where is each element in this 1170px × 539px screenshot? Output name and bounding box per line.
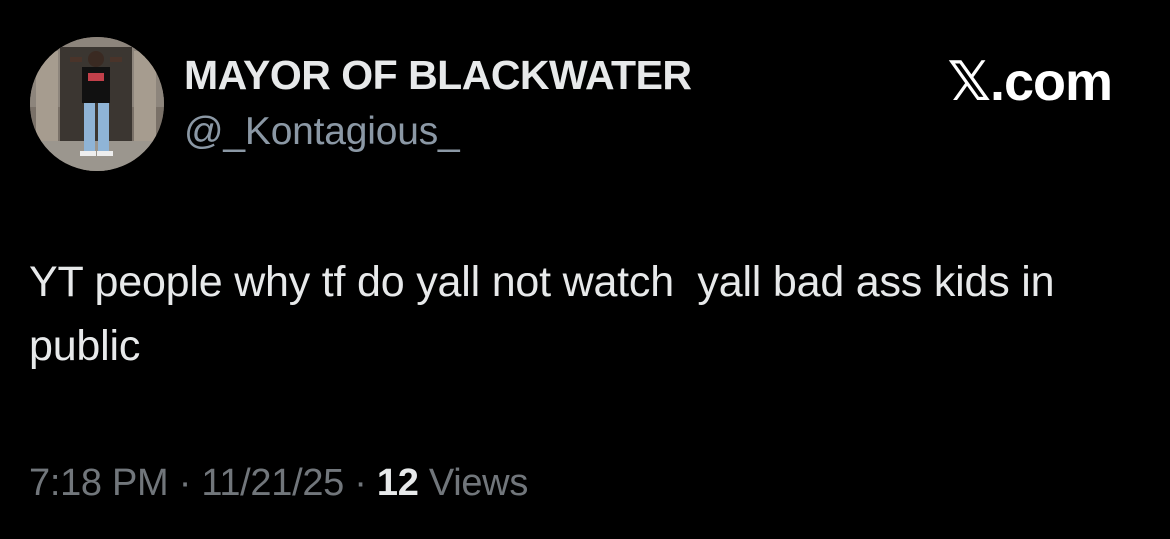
tweet-card: MAYOR OF BLACKWATER @_Kontagious_ 𝕏.com … xyxy=(0,0,1170,539)
tweet-date[interactable]: 11/21/25 xyxy=(201,462,344,504)
author-display-name[interactable]: MAYOR OF BLACKWATER xyxy=(184,52,692,99)
tweet-time[interactable]: 7:18 PM xyxy=(29,462,169,504)
author-handle[interactable]: @_Kontagious_ xyxy=(184,110,460,154)
tweet-text: YT people why tf do yall not watch yall … xyxy=(29,258,1067,370)
x-logo-watermark: 𝕏.com xyxy=(947,52,1113,112)
views-count[interactable]: 12 xyxy=(377,462,419,504)
views-label: Views xyxy=(428,462,529,504)
meta-separator: · xyxy=(178,462,192,504)
tweet-metadata: 7:18 PM · 11/21/25 · 12 Views xyxy=(29,462,528,505)
avatar-photo xyxy=(30,37,164,171)
meta-separator: · xyxy=(354,462,367,504)
avatar[interactable] xyxy=(30,37,164,171)
